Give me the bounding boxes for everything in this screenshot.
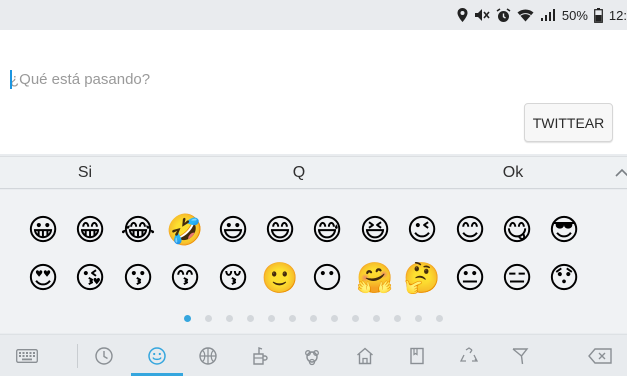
emoji-panel: 😀 😁 😂 🤣 😃 😄 😅 😆 😉 😊 😋 😎 😍 😘 😗 😙 😚 🙂 😶 🤗 🤔 😐 😑 😯 [0,190,627,333]
heart-eyes-emoji[interactable]: 😍 [24,260,62,298]
alarm-icon [496,7,511,22]
kissing-face-emoji[interactable]: 😗 [119,260,157,298]
nature-tab[interactable] [290,335,334,376]
objects-icon [410,347,424,364]
recent-tab[interactable] [82,335,126,376]
location-icon [457,8,468,22]
page-dot[interactable] [331,315,338,322]
smileys-tab[interactable] [135,335,179,376]
places-icon [357,347,373,364]
status-icons: 50% 12: [457,6,627,24]
page-dot[interactable] [373,315,380,322]
flags-icon [512,347,529,364]
smiling-open-mouth-emoji[interactable]: 😃 [214,212,252,250]
squinting-laugh-emoji[interactable]: 😆 [356,212,394,250]
page-dot[interactable] [415,315,422,322]
grinning-face-emoji[interactable]: 😀 [24,212,62,250]
mute-icon [474,9,490,21]
chevron-up-icon[interactable] [614,165,627,181]
signal-icon [540,9,555,21]
battery-icon [594,7,603,23]
symbols-tab[interactable] [447,335,491,376]
keyboard-tab[interactable] [5,335,49,376]
symbols-icon [459,346,479,362]
savoring-food-emoji[interactable]: 😋 [498,212,536,250]
backspace-icon [588,347,612,364]
status-bar: 50% 12: [0,0,627,30]
emoji-category-bar [0,334,627,376]
wifi-icon [517,9,534,22]
thinking-face-emoji[interactable]: 🤔 [403,260,441,298]
page-dot[interactable] [226,315,233,322]
nature-icon [305,349,319,365]
tweet-button[interactable]: TWITTEAR [524,103,613,142]
sunglasses-face-emoji[interactable]: 😎 [545,212,583,250]
page-dot[interactable] [247,315,254,322]
suggestion-3[interactable]: Ok [473,157,553,189]
expressionless-emoji[interactable]: 😑 [498,260,536,298]
neutral-face-emoji[interactable]: 😐 [451,260,489,298]
slight-smile-emoji[interactable]: 🙂 [261,260,299,298]
smiling-eyes-open-mouth-emoji[interactable]: 😄 [261,212,299,250]
tweet-text-input[interactable] [10,68,510,90]
suggestion-2[interactable]: Q [259,157,339,189]
suggestion-strip: Si Q Ok [0,156,627,189]
text-cursor [10,70,12,89]
objects-tab[interactable] [395,335,439,376]
recent-icon [95,346,113,365]
flags-tab[interactable] [498,335,542,376]
page-dot[interactable] [205,315,212,322]
page-dot[interactable] [289,315,296,322]
tears-of-joy-emoji[interactable]: 😂 [119,212,157,250]
sweat-smile-emoji[interactable]: 😅 [308,212,346,250]
kissing-closed-eyes-emoji[interactable]: 😚 [214,260,252,298]
keyboard-icon [16,348,38,363]
battery-percent: 50% [561,7,588,23]
rolling-laughing-emoji[interactable]: 🤣 [166,212,204,250]
tab-divider [77,344,78,368]
places-tab[interactable] [343,335,387,376]
smileys-icon [148,346,166,365]
page-dot[interactable] [268,315,275,322]
page-dot[interactable] [352,315,359,322]
blowing-kiss-emoji[interactable]: 😘 [71,260,109,298]
page-dot[interactable] [394,315,401,322]
page-dot[interactable] [184,315,191,322]
winking-face-emoji[interactable]: 😉 [403,212,441,250]
clock: 12: [608,7,627,23]
hugging-face-emoji[interactable]: 🤗 [356,260,394,298]
food-tab[interactable] [238,335,282,376]
activity-tab[interactable] [186,335,230,376]
beaming-face-emoji[interactable]: 😁 [71,212,109,250]
page-dot[interactable] [310,315,317,322]
suggestion-1[interactable]: Si [45,157,125,189]
kissing-smiling-eyes-emoji[interactable]: 😙 [166,260,204,298]
compose-panel: TWITTEAR [0,30,627,154]
backspace-key[interactable] [578,335,622,376]
activity-icon [199,346,217,365]
no-mouth-emoji[interactable]: 😶 [308,260,346,298]
blushing-face-emoji[interactable]: 😊 [451,212,489,250]
food-icon [253,346,268,365]
page-dot[interactable] [436,315,443,322]
hushed-face-emoji[interactable]: 😯 [545,260,583,298]
